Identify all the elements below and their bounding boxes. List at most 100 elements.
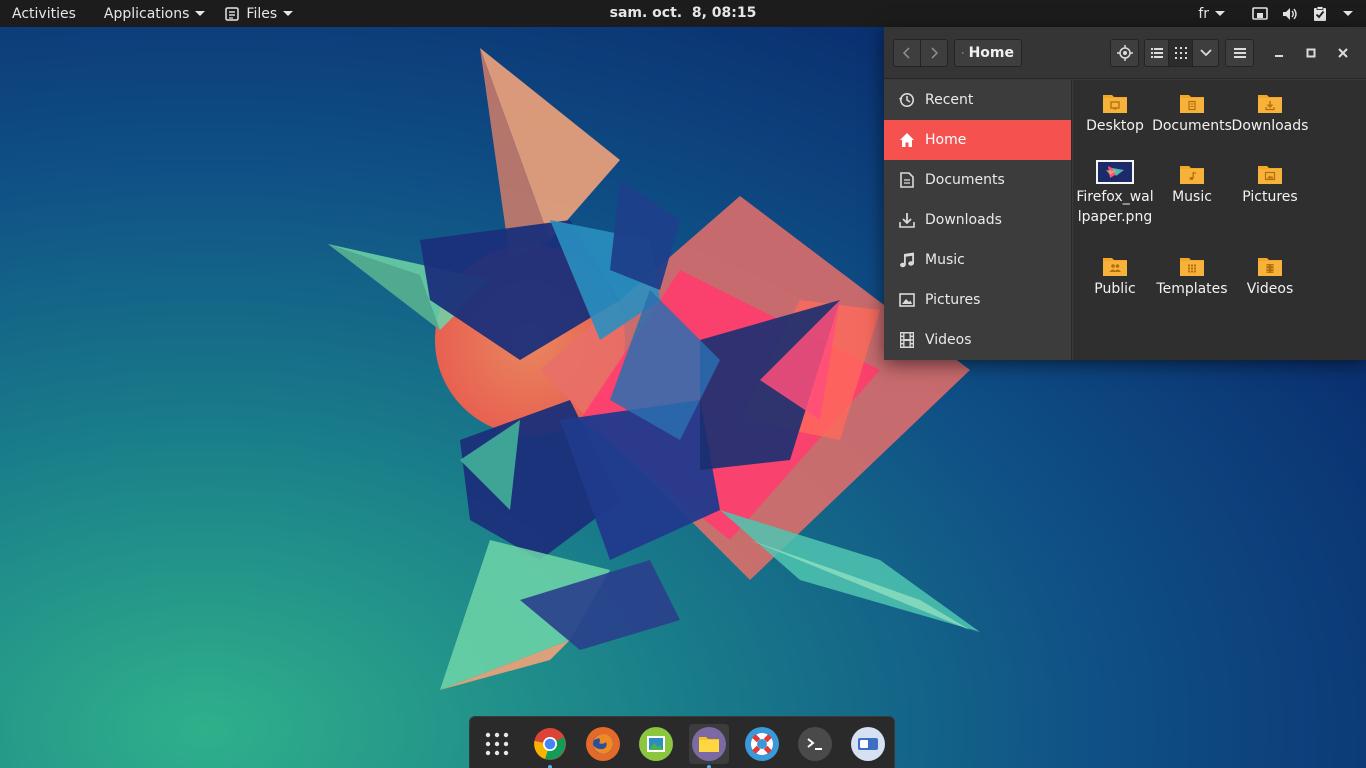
files-app-menu[interactable]: Files [217,0,305,27]
minimize-button[interactable] [1267,41,1291,65]
sidebar-item-pictures[interactable]: Pictures [884,280,1071,320]
applications-menu[interactable]: Applications [92,0,218,27]
close-icon [1338,48,1348,58]
grid-icon [485,732,509,756]
download-icon [898,212,915,229]
folder-documents-icon [1152,87,1232,113]
file-item-templates[interactable]: Templates [1152,250,1232,299]
forward-button[interactable] [920,39,948,67]
grid-view-button[interactable] [1168,39,1193,67]
sidebar-item-music[interactable]: Music [884,240,1071,280]
volume-icon[interactable] [1282,6,1298,22]
dock-files[interactable] [689,724,729,768]
file-item-public[interactable]: Public [1075,250,1155,299]
network-icon[interactable] [1252,6,1268,22]
dock-firefox[interactable] [583,724,623,764]
file-name: Firefox_wallpaper.png [1076,189,1154,225]
chevron-down-icon [195,11,206,16]
close-button[interactable] [1331,41,1355,65]
folder-pictures-icon [1230,158,1310,184]
clock[interactable]: sam. oct. 8, 08:15 [610,5,757,21]
file-name: Public [1094,281,1136,297]
sidebar-item-home[interactable]: Home [884,120,1071,160]
keyboard-layout-label: fr [1198,5,1209,22]
file-name: Documents [1152,118,1232,134]
file-item-documents[interactable]: Documents [1152,87,1232,136]
file-grid: Desktop Documents Downloads Firefox_wall… [1073,80,1366,360]
sidebar-item-recent[interactable]: Recent [884,80,1071,120]
headerbar: Home [884,27,1366,79]
system-menu-caret[interactable] [1342,6,1354,22]
dock-show-applications[interactable] [477,724,517,764]
keyboard-layout-menu[interactable]: fr [1186,0,1245,27]
file-item-videos[interactable]: Videos [1230,250,1310,299]
view-options-button[interactable] [1192,39,1219,67]
files-icon [692,727,726,761]
location-button[interactable] [1110,39,1139,67]
home-icon [898,132,915,149]
main-menu-button[interactable] [1225,39,1254,67]
minimize-icon [1275,55,1283,57]
list-view-icon [1150,48,1163,58]
dock-terminal[interactable] [795,724,835,764]
folder-videos-icon [1230,250,1310,276]
file-manager-window: Home Recent Home Documents Downloads Mus… [884,27,1366,360]
maximize-icon [1306,48,1316,58]
activities-button[interactable]: Activities [0,0,88,27]
applications-label: Applications [103,5,190,22]
sidebar-item-label: Recent [925,92,974,108]
chrome-icon [534,728,566,760]
file-name: Templates [1156,281,1228,297]
dock-chrome[interactable] [530,724,570,768]
file-name: Pictures [1242,189,1298,205]
chevron-left-icon [902,47,910,59]
files-menu-icon [225,6,240,21]
toggle-icon [851,727,885,761]
terminal-icon [798,727,832,761]
file-name: Videos [1246,281,1294,297]
document-icon [898,172,915,189]
maximize-button[interactable] [1299,41,1323,65]
clock-icon [898,92,915,109]
hamburger-icon [1233,48,1246,58]
crosshair-icon [1116,45,1133,61]
activities-label: Activities [12,5,76,22]
sidebar-item-downloads[interactable]: Downloads [884,200,1071,240]
folder-templates-icon [1152,250,1232,276]
list-view-button[interactable] [1144,39,1169,67]
sidebar-item-label: Home [925,132,967,148]
lifebuoy-icon [745,727,779,761]
chevron-down-icon [283,11,294,16]
path-bar-label: Home [968,45,1014,61]
chevron-down-icon [1343,11,1353,16]
file-item-pictures[interactable]: Pictures [1230,158,1310,207]
sidebar-item-label: Pictures [925,292,981,308]
file-item-music[interactable]: Music [1152,158,1232,207]
path-bar-home[interactable]: Home [954,39,1022,67]
grid-view-icon [1174,47,1187,59]
file-item-firefox-wallpaper[interactable]: Firefox_wallpaper.png [1075,158,1155,227]
chevron-down-icon [1199,49,1212,57]
file-name: Downloads [1231,118,1309,134]
file-item-downloads[interactable]: Downloads [1230,87,1310,136]
film-icon [898,332,915,349]
file-name: Music [1172,189,1212,205]
dock-image-viewer[interactable] [636,724,676,764]
home-icon [962,52,964,54]
dock [469,716,895,768]
clipboard-check-icon[interactable] [1312,5,1328,22]
dock-help[interactable] [742,724,782,764]
dock-settings[interactable] [848,724,888,764]
music-icon [898,252,915,269]
sidebar-item-label: Videos [925,332,972,348]
chevron-down-icon [1215,11,1225,16]
sidebar-item-videos[interactable]: Videos [884,320,1071,360]
system-tray: fr [1186,0,1366,27]
folder-public-icon [1075,250,1155,276]
picture-icon [898,292,915,309]
chevron-right-icon [931,47,939,59]
back-button[interactable] [893,39,921,67]
file-item-desktop[interactable]: Desktop [1075,87,1155,136]
sidebar-item-documents[interactable]: Documents [884,160,1071,200]
sidebar-item-label: Downloads [925,212,1002,228]
